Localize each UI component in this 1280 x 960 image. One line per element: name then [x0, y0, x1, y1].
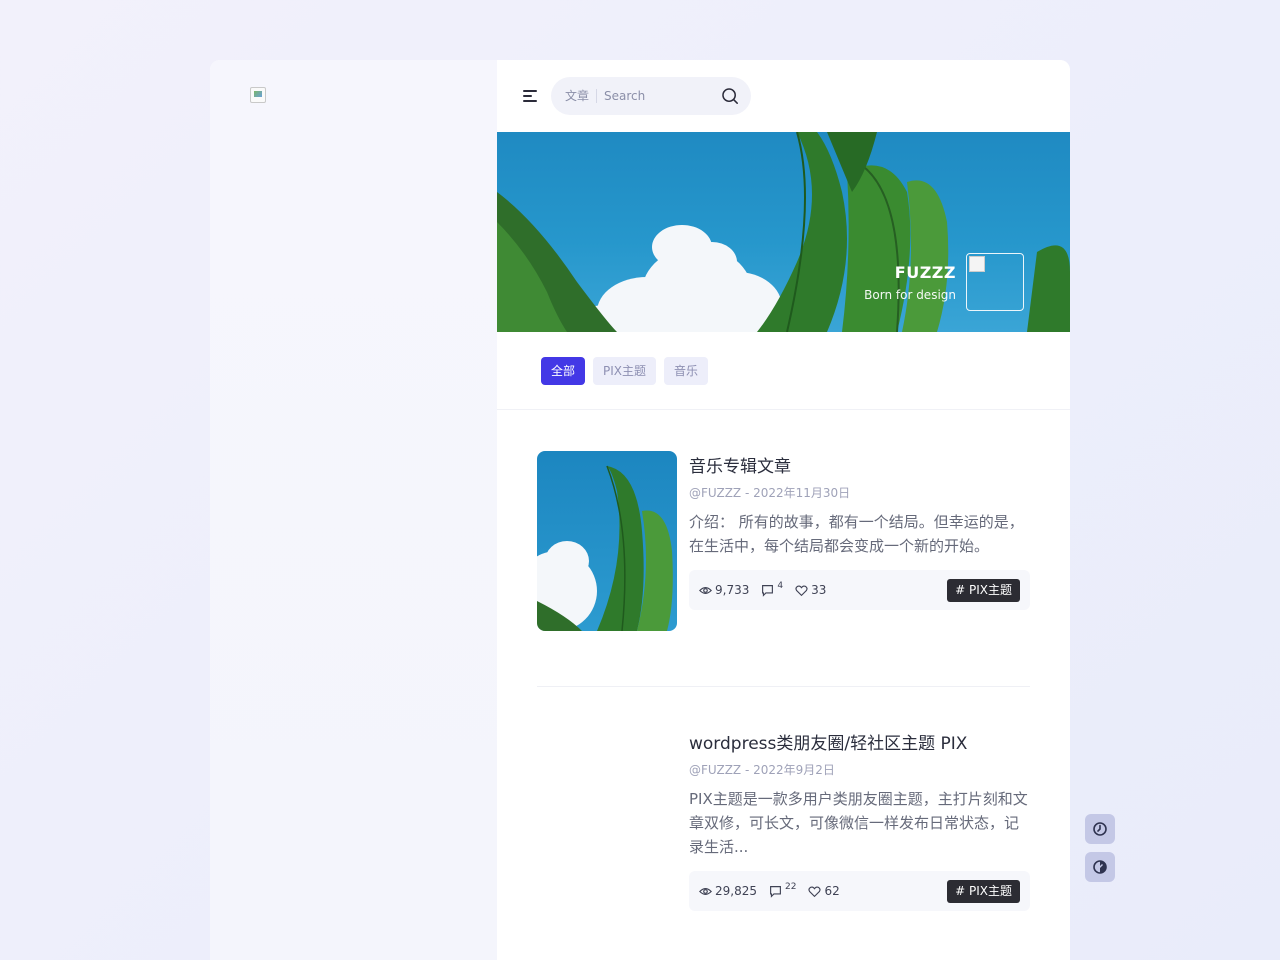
menu-icon[interactable]: [523, 89, 539, 103]
tab-all[interactable]: 全部: [541, 356, 586, 385]
comment-icon: [770, 885, 781, 898]
post-tag[interactable]: # PIX主题: [947, 879, 1020, 903]
theme-toggle-button[interactable]: [1085, 852, 1115, 882]
history-button[interactable]: [1085, 814, 1115, 844]
avatar[interactable]: [966, 253, 1024, 311]
post-body: 音乐专辑文章 @FUZZZ - 2022年11月30日 介绍： 所有的故事，都有…: [689, 451, 1030, 610]
heart-icon: [808, 885, 822, 897]
clock-icon: [1093, 822, 1107, 836]
comments-count: 22: [785, 882, 797, 892]
post-meta: @FUZZZ - 2022年9月2日: [689, 763, 835, 777]
profile-name[interactable]: FUZZZ: [864, 263, 956, 282]
comments-stat[interactable]: 22: [769, 882, 797, 898]
post-item: 音乐专辑文章 @FUZZZ - 2022年11月30日 介绍： 所有的故事，都有…: [537, 451, 1030, 687]
search-icon[interactable]: [721, 87, 739, 105]
post-thumbnail[interactable]: [537, 451, 677, 631]
post-tag[interactable]: # PIX主题: [947, 578, 1020, 602]
page-frame: 文章 Search FUZZZ Born for design 全部 PIX主题…: [210, 60, 1070, 960]
likes-count: 33: [811, 583, 827, 597]
post-excerpt: 介绍： 所有的故事，都有一个结局。但幸运的是，在生活中，每个结局都会变成一个新的…: [689, 513, 1024, 555]
post-stats: 29,825 22 62 # PIX主题: [689, 871, 1030, 911]
tab-pix-theme[interactable]: PIX主题: [593, 356, 657, 385]
views-count: 9,733: [715, 583, 750, 597]
search-type-selector[interactable]: 文章: [565, 89, 598, 103]
banner-text: FUZZZ Born for design: [864, 263, 956, 302]
post-title[interactable]: 音乐专辑文章: [689, 456, 1030, 478]
post-meta: @FUZZZ - 2022年11月30日: [689, 486, 851, 500]
comments-stat[interactable]: 4: [761, 581, 784, 597]
top-bar: 文章: [497, 60, 1070, 132]
post-body: wordpress类朋友圈/轻社区主题 PIX @FUZZZ - 2022年9月…: [689, 728, 1030, 911]
post-title[interactable]: wordpress类朋友圈/轻社区主题 PIX: [689, 733, 1030, 755]
likes-count: 62: [824, 884, 840, 898]
views-stat: 9,733: [699, 583, 749, 597]
sidebar: [210, 60, 497, 960]
post-excerpt: PIX主题是一款多用户类朋友圈主题，主打片刻和文章双修，可长文，可像微信一样发布…: [689, 790, 1028, 856]
tab-music[interactable]: 音乐: [664, 356, 709, 385]
heart-icon: [795, 584, 808, 596]
profile-tagline: Born for design: [864, 288, 956, 302]
search-input[interactable]: [604, 89, 721, 103]
eye-icon: [699, 887, 712, 895]
site-logo[interactable]: [250, 87, 266, 103]
eye-icon: [699, 586, 712, 594]
comment-icon: [762, 584, 774, 597]
views-count: 29,825: [715, 884, 757, 898]
post-stats: 9,733 4 33 # PIX主题: [689, 570, 1030, 610]
views-stat: 29,825: [699, 884, 757, 898]
theme-icon: [1093, 860, 1107, 874]
likes-stat[interactable]: 62: [808, 884, 840, 898]
comments-count: 4: [777, 581, 784, 591]
profile-banner: FUZZZ Born for design: [497, 132, 1070, 332]
search-box: 文章: [551, 77, 751, 115]
likes-stat[interactable]: 33: [795, 583, 826, 597]
category-tabs: 全部 PIX主题 音乐: [497, 332, 1070, 410]
